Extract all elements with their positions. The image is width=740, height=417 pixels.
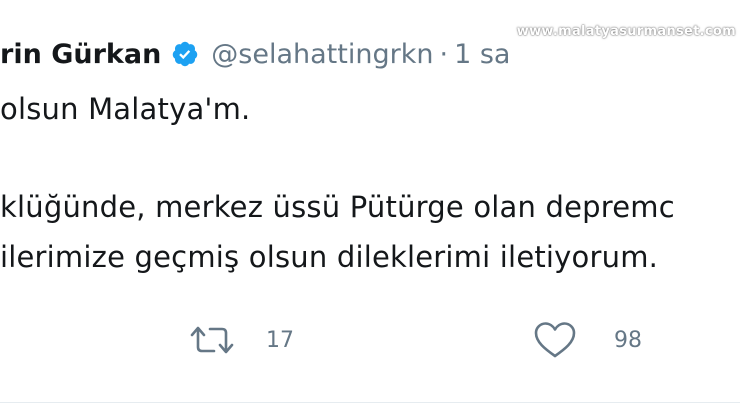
tweet-text-line: ilerimize geçmiş olsun dileklerimi ileti… xyxy=(0,240,659,274)
tweet-timestamp[interactable]: 1 sa xyxy=(454,39,510,70)
retweet-icon[interactable] xyxy=(188,323,236,357)
tweet-text-line: olsun Malatya'm. xyxy=(0,92,251,126)
retweet-button[interactable]: 17 xyxy=(188,318,294,362)
like-button[interactable]: 98 xyxy=(532,318,642,362)
author-display-name[interactable]: rin Gürkan xyxy=(0,39,161,70)
tweet-header: rin Gürkan @selahattingrkn · 1 sa xyxy=(0,34,510,74)
tweet-card: rin Gürkan @selahattingrkn · 1 sa www.ma… xyxy=(0,0,740,417)
site-watermark: www.malatyasurmanset.com xyxy=(516,24,736,39)
divider xyxy=(0,402,740,403)
verified-badge-icon xyxy=(171,40,199,68)
heart-icon[interactable] xyxy=(532,320,578,360)
tweet-actions: 17 98 xyxy=(0,318,740,362)
header-separator: · xyxy=(439,38,449,70)
retweet-count: 17 xyxy=(266,327,294,353)
author-handle[interactable]: @selahattingrkn xyxy=(211,39,433,70)
tweet-text-line: klüğünde, merkez üssü Pütürge olan depre… xyxy=(0,190,675,224)
like-count: 98 xyxy=(614,327,642,353)
